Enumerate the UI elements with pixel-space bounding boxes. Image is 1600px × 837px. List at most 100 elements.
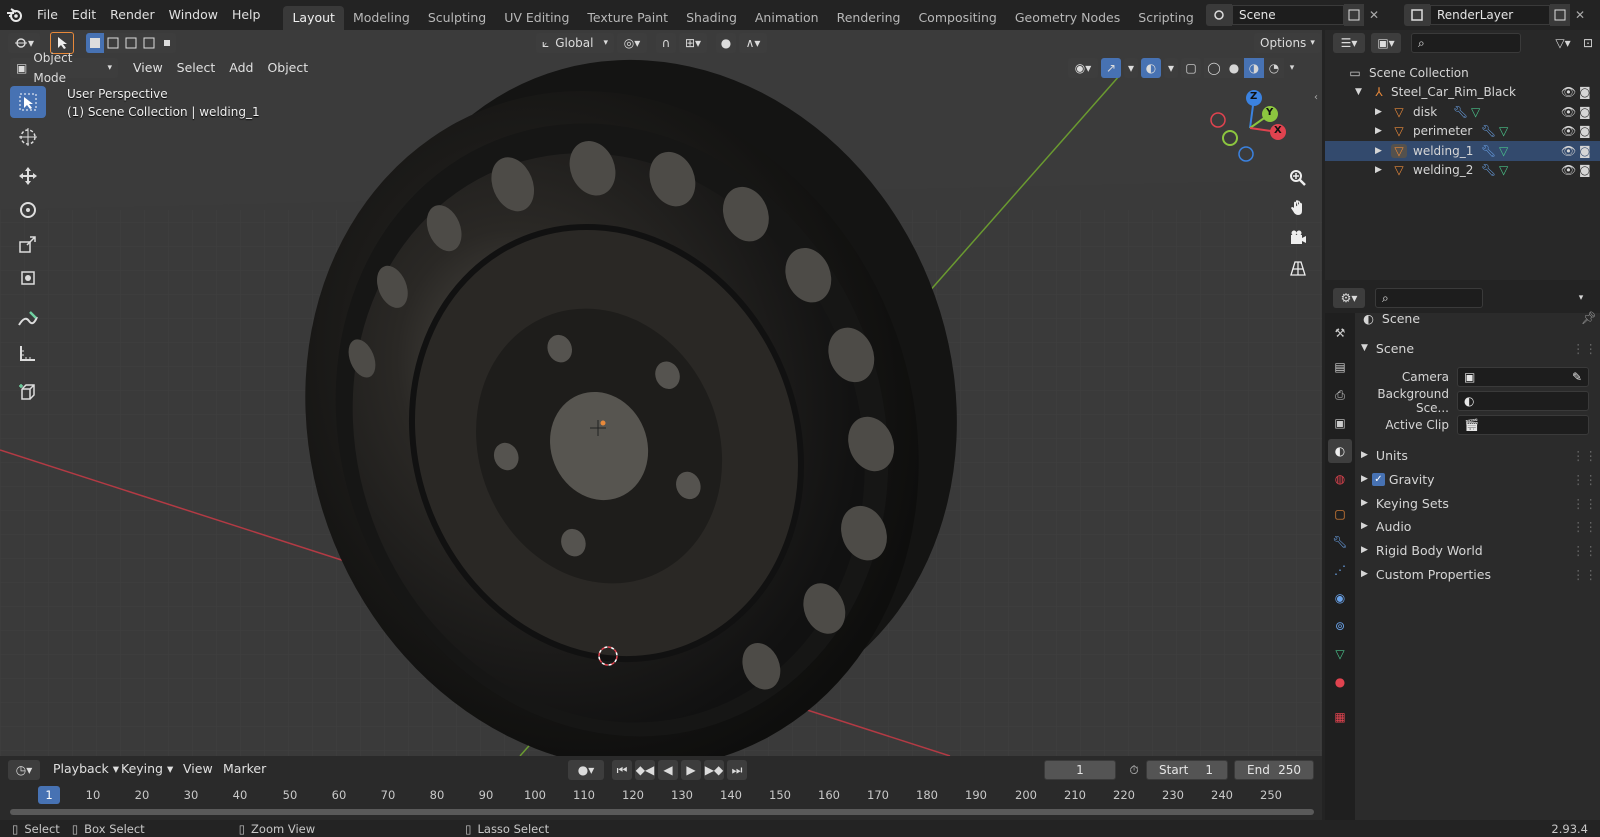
tab-object-icon[interactable]: ▢ xyxy=(1328,502,1352,526)
eye-icon[interactable]: 👁 xyxy=(1561,124,1576,138)
options-dropdown[interactable]: Options ▾ xyxy=(1254,33,1321,53)
delete-view-layer-icon[interactable]: ✕ xyxy=(1570,4,1590,26)
timeline-scrollbar[interactable] xyxy=(10,809,1314,815)
visibility-icon[interactable]: ◉▾ xyxy=(1068,58,1098,78)
expand-arrow-icon[interactable]: ▶ xyxy=(1375,165,1387,175)
panel-rigid-body-world[interactable]: ▶ Rigid Body World ⋮⋮ xyxy=(1361,539,1597,561)
tab-animation[interactable]: Animation xyxy=(746,6,828,30)
tab-render-icon[interactable]: ▤ xyxy=(1328,355,1352,379)
gravity-checkbox[interactable]: ✓ xyxy=(1371,472,1385,486)
modifier-wrench-icon[interactable]: 🔧︎ xyxy=(1481,124,1496,138)
zoom-view-icon[interactable] xyxy=(1284,164,1312,192)
tab-uv-editing[interactable]: UV Editing xyxy=(495,6,578,30)
snap-icon[interactable]: ∩ xyxy=(656,33,676,53)
blender-logo-icon[interactable] xyxy=(0,0,30,30)
tab-modifiers-icon[interactable]: 🔧︎ xyxy=(1328,530,1352,554)
viewport-menu-add[interactable]: Add xyxy=(222,58,260,78)
properties-search-input[interactable]: ⌕ xyxy=(1375,288,1483,308)
outliner-row-scene-collection[interactable]: ▭ Scene Collection xyxy=(1325,63,1600,83)
solid-shading-icon[interactable]: ● xyxy=(1224,58,1244,78)
panel-scene-header[interactable]: ▼ Scene ⋮⋮ xyxy=(1361,337,1597,359)
mesh-data-icon[interactable]: ▽ xyxy=(1471,105,1480,119)
camera-render-icon[interactable]: ◙ xyxy=(1579,144,1591,158)
properties-editor-type-icon[interactable]: ⚙▾ xyxy=(1333,288,1365,308)
tab-texture-icon[interactable]: ▦ xyxy=(1328,705,1352,729)
outliner-row-disk[interactable]: ▶ ▽ disk 🔧︎ ▽ 👁 ◙ xyxy=(1325,102,1600,122)
material-shading-icon[interactable]: ◑ xyxy=(1244,58,1264,78)
background-scene-field[interactable]: ◐ xyxy=(1457,391,1589,411)
tool-cursor[interactable] xyxy=(10,121,46,153)
tool-add-cube[interactable] xyxy=(10,377,46,409)
drag-handle-icon[interactable]: ⋮⋮ xyxy=(1572,341,1597,356)
tab-tool-icon[interactable]: ⚒ xyxy=(1328,321,1352,345)
camera-view-icon[interactable] xyxy=(1284,224,1312,252)
expand-arrow-icon[interactable]: ▶ xyxy=(1375,107,1387,117)
properties-options-icon[interactable]: ▾ xyxy=(1570,288,1592,308)
viewport-scene[interactable] xyxy=(0,30,1322,756)
drag-handle-icon[interactable]: ⋮⋮ xyxy=(1572,496,1597,511)
tab-world-icon[interactable]: ◍ xyxy=(1328,467,1352,491)
select-subtract-icon[interactable] xyxy=(122,33,140,53)
camera-render-icon[interactable]: ◙ xyxy=(1579,163,1591,177)
tab-output-icon[interactable]: ⎙ xyxy=(1328,383,1352,407)
tab-modeling[interactable]: Modeling xyxy=(344,6,419,30)
overlays-icon[interactable]: ◐ xyxy=(1141,58,1161,78)
menu-file[interactable]: File xyxy=(30,4,65,26)
scene-icon[interactable] xyxy=(1206,4,1232,26)
panel-keying-sets[interactable]: ▶ Keying Sets ⋮⋮ xyxy=(1361,492,1597,514)
scene-selector[interactable]: Scene xyxy=(1232,5,1344,25)
outliner-row-perimeter[interactable]: ▶ ▽ perimeter 🔧︎ ▽ 👁 ◙ xyxy=(1325,121,1600,141)
drag-handle-icon[interactable]: ⋮⋮ xyxy=(1572,472,1597,487)
drag-handle-icon[interactable]: ⋮⋮ xyxy=(1572,519,1597,534)
camera-render-icon[interactable]: ◙ xyxy=(1579,124,1591,138)
filter-icon[interactable]: ▽▾ xyxy=(1547,33,1579,53)
eye-icon[interactable]: 👁 xyxy=(1561,85,1576,99)
modifier-wrench-icon[interactable]: 🔧︎ xyxy=(1481,163,1496,177)
panel-audio[interactable]: ▶ Audio ⋮⋮ xyxy=(1361,515,1597,537)
new-collection-icon[interactable]: ⊡ xyxy=(1579,33,1597,53)
view-layer-icon[interactable] xyxy=(1404,4,1430,26)
tool-rotate[interactable] xyxy=(10,194,46,226)
outliner-search-input[interactable]: ⌕ xyxy=(1411,33,1521,53)
tool-move[interactable] xyxy=(10,160,46,192)
tab-compositing[interactable]: Compositing xyxy=(909,6,1005,30)
drag-handle-icon[interactable]: ⋮⋮ xyxy=(1572,567,1597,582)
viewport-menu-object[interactable]: Object xyxy=(260,58,315,78)
tab-material-icon[interactable]: ● xyxy=(1328,670,1352,694)
modifier-wrench-icon[interactable]: 🔧︎ xyxy=(1481,144,1496,158)
panel-custom-properties[interactable]: ▶ Custom Properties ⋮⋮ xyxy=(1361,563,1597,585)
new-view-layer-icon[interactable] xyxy=(1550,4,1570,26)
outliner-editor-type-icon[interactable]: ☰▾ xyxy=(1333,33,1365,53)
tool-scale[interactable] xyxy=(10,228,46,260)
outliner-row-welding-2[interactable]: ▶ ▽ welding_2 🔧︎ ▽ 👁 ◙ xyxy=(1325,160,1600,180)
active-clip-field[interactable]: 🎬︎ xyxy=(1457,415,1589,435)
select-invert-icon[interactable] xyxy=(140,33,158,53)
menu-edit[interactable]: Edit xyxy=(65,4,103,26)
new-scene-icon[interactable] xyxy=(1344,4,1364,26)
eye-icon[interactable]: 👁 xyxy=(1561,105,1576,119)
tab-scene-icon[interactable]: ◐ xyxy=(1328,439,1352,463)
tool-select-box[interactable] xyxy=(10,86,46,118)
expand-arrow-icon[interactable]: ▶ xyxy=(1375,146,1387,156)
tool-annotate[interactable] xyxy=(10,303,46,335)
camera-render-icon[interactable]: ◙ xyxy=(1579,85,1591,99)
eye-icon[interactable]: 👁 xyxy=(1561,163,1576,177)
tab-scripting[interactable]: Scripting xyxy=(1129,6,1203,30)
tab-constraints-icon[interactable]: ⊚ xyxy=(1328,614,1352,638)
pin-icon[interactable]: 📌︎ xyxy=(1581,310,1597,326)
overlays-dropdown-icon[interactable]: ▾ xyxy=(1164,58,1178,78)
panel-units[interactable]: ▶ Units ⋮⋮ xyxy=(1361,444,1597,466)
tab-geometry-nodes[interactable]: Geometry Nodes xyxy=(1006,6,1129,30)
tab-texture-paint[interactable]: Texture Paint xyxy=(578,6,677,30)
pivot-point-icon[interactable]: ◎▾ xyxy=(617,33,647,53)
xray-icon[interactable]: ▢ xyxy=(1181,58,1201,78)
pan-view-icon[interactable] xyxy=(1284,194,1312,222)
object-mode-dropdown[interactable]: ▣ Object Mode ▾ xyxy=(10,51,118,85)
tab-physics-icon[interactable]: ◉ xyxy=(1328,586,1352,610)
tab-rendering[interactable]: Rendering xyxy=(828,6,910,30)
outliner-row-welding-1[interactable]: ▶ ▽ welding_1 🔧︎ ▽ 👁 ◙ xyxy=(1325,141,1600,161)
display-mode-icon[interactable]: ▣▾ xyxy=(1371,33,1401,53)
select-intersect-icon[interactable] xyxy=(158,33,176,53)
camera-render-icon[interactable]: ◙ xyxy=(1579,105,1591,119)
mesh-data-icon[interactable]: ▽ xyxy=(1499,163,1508,177)
